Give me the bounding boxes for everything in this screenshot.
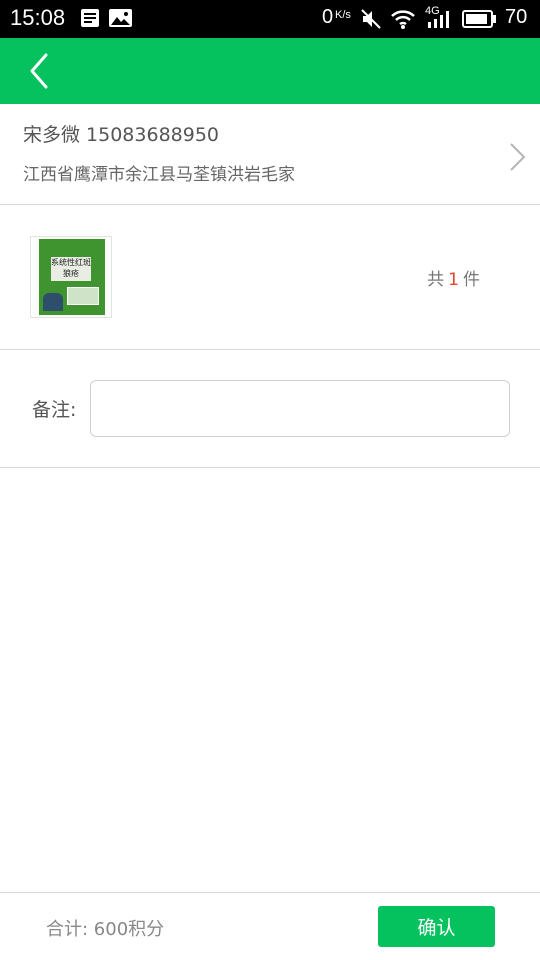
battery-icon xyxy=(462,10,496,28)
book-cover-figure xyxy=(43,293,63,311)
remark-section: 备注: xyxy=(0,350,540,468)
net-speed: 0 xyxy=(322,6,334,28)
shipping-address[interactable]: 宋多微 15083688950 江西省鹰潭市余江县马荃镇洪岩毛家 xyxy=(0,104,540,205)
count-prefix: 共 xyxy=(427,270,445,290)
back-arrow-icon xyxy=(30,53,48,89)
gallery-icon xyxy=(109,9,132,27)
book-cover-box xyxy=(67,287,99,305)
count-suffix: 件 xyxy=(463,270,480,290)
confirm-button[interactable]: 确认 xyxy=(378,906,495,947)
status-time: 15:08 xyxy=(10,5,66,30)
chevron-right-icon xyxy=(510,143,526,171)
order-goods: 系统性红斑狼疮 共1件 xyxy=(0,205,540,350)
wifi-icon xyxy=(391,10,415,29)
status-bar: 15:08 0 K/s 4G 70 xyxy=(0,0,540,38)
product-thumbnail[interactable]: 系统性红斑狼疮 xyxy=(30,236,112,318)
book-cover: 系统性红斑狼疮 xyxy=(39,239,105,315)
net-speed-unit: K/s xyxy=(335,9,351,21)
count-value: 1 xyxy=(448,270,459,290)
book-cover-title: 系统性红斑狼疮 xyxy=(51,257,91,281)
back-button[interactable] xyxy=(20,50,60,92)
mute-icon xyxy=(361,9,381,29)
item-count: 共1件 xyxy=(427,265,480,290)
address-detail: 江西省鹰潭市余江县马荃镇洪岩毛家 xyxy=(23,165,295,185)
total-points: 合计: 600积分 xyxy=(46,919,165,940)
remark-label: 备注: xyxy=(32,399,77,421)
remark-input[interactable] xyxy=(90,380,510,437)
app-header xyxy=(0,38,540,104)
notification-icon xyxy=(81,9,99,27)
checkout-bar: 合计: 600积分 确认 xyxy=(0,892,540,960)
battery-level: 70 xyxy=(505,6,528,28)
recipient-name-phone: 宋多微 15083688950 xyxy=(23,124,220,146)
signal-icon xyxy=(428,11,449,28)
